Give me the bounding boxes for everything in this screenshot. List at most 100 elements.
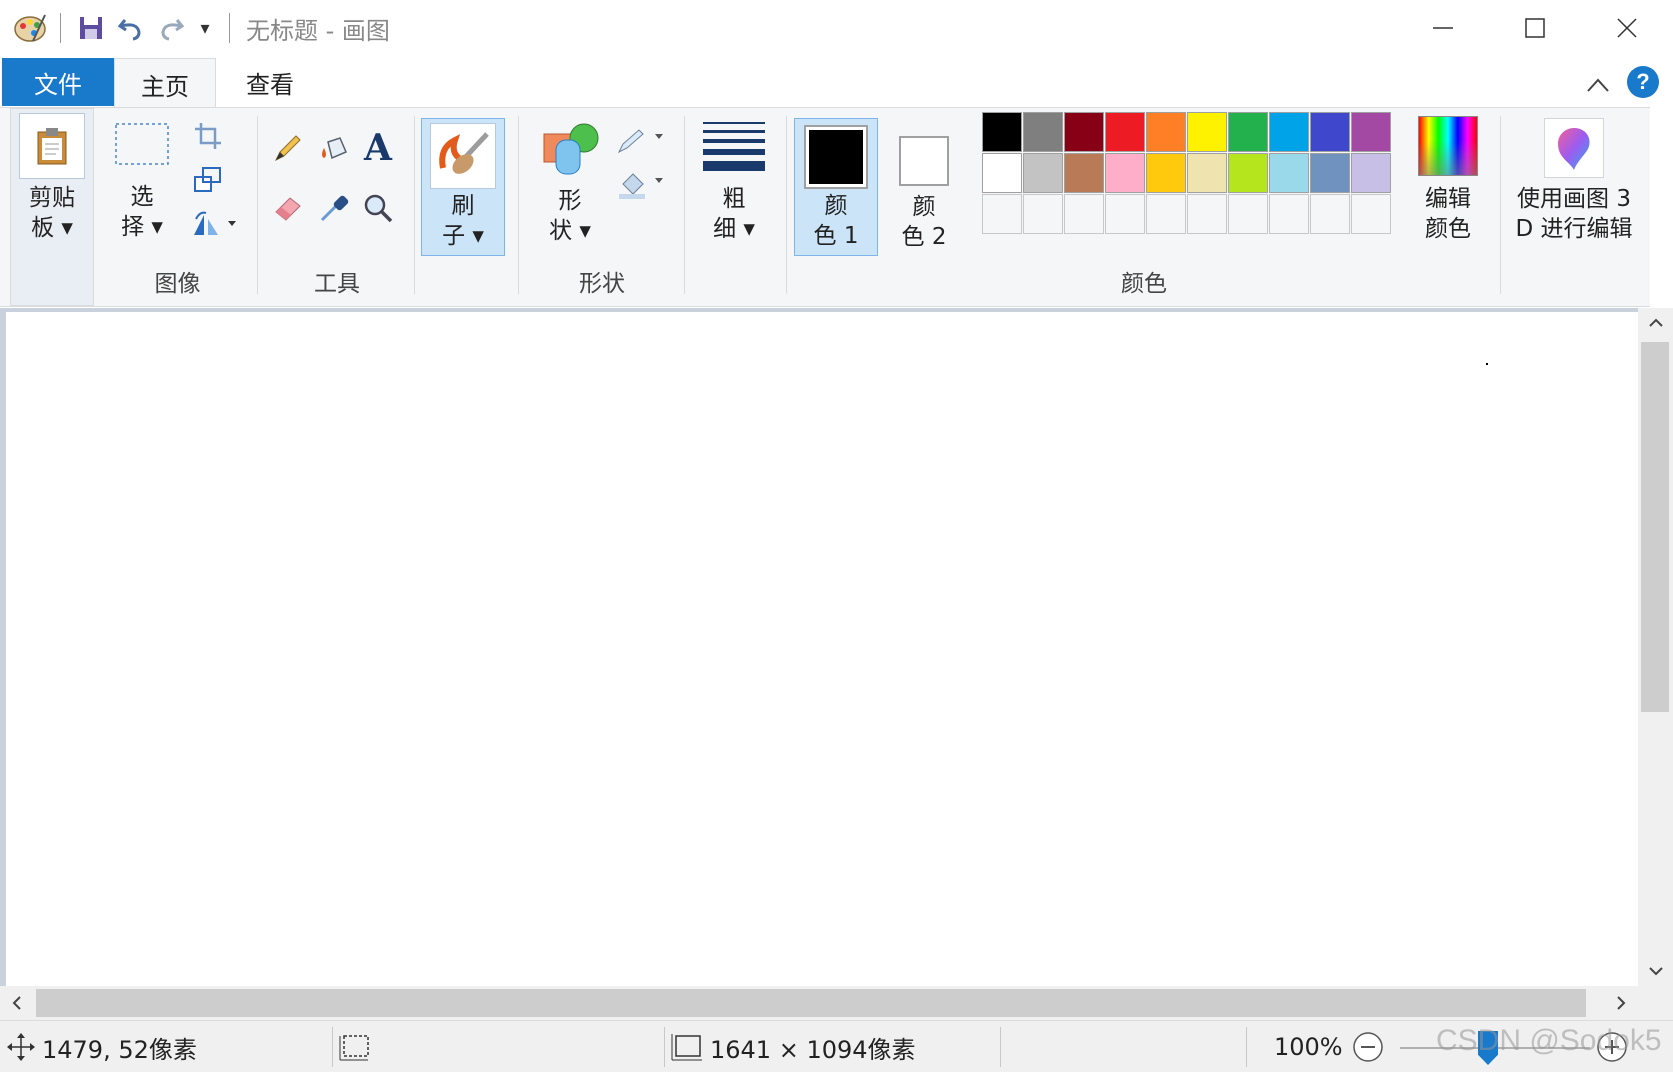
- clipboard-button[interactable]: 剪贴 板 ▾: [11, 113, 93, 243]
- customize-qat-button[interactable]: ▾: [191, 8, 219, 48]
- selection-size: [338, 1021, 372, 1072]
- palette-empty-swatch[interactable]: [1187, 194, 1227, 234]
- ribbon-home: 剪贴 板 ▾ 选 择 ▾ 图像 A 工具 刷 子 ▾ 形 状 ▾ 形状 粗 细 …: [0, 107, 1650, 307]
- status-separator: [1246, 1027, 1247, 1067]
- crop-icon[interactable]: [188, 116, 228, 156]
- palette-empty-swatch[interactable]: [1064, 194, 1104, 234]
- paint3d-label: 使用画图 3 D 进行编辑: [1515, 186, 1633, 242]
- palette-color-swatch[interactable]: [982, 153, 1022, 193]
- size-group: 粗 细 ▾: [690, 108, 780, 306]
- shapes-button[interactable]: 形 状 ▾: [532, 120, 608, 246]
- palette-color-swatch[interactable]: [1105, 112, 1145, 152]
- palette-empty-swatch[interactable]: [1310, 194, 1350, 234]
- palette-color-swatch[interactable]: [1228, 112, 1268, 152]
- shapes-icon: [543, 123, 599, 175]
- color-picker-icon[interactable]: [314, 188, 354, 228]
- image-group-label: 图像: [154, 271, 201, 297]
- cursor-position: 1479, 52像素: [6, 1021, 197, 1072]
- palette-empty-swatch[interactable]: [982, 194, 1022, 234]
- close-button[interactable]: [1581, 0, 1673, 56]
- redo-icon[interactable]: [151, 8, 191, 48]
- zoom-out-icon[interactable]: [1352, 1021, 1384, 1072]
- edit-colors-label: 编辑 颜色: [1425, 186, 1471, 242]
- palette-color-swatch[interactable]: [1351, 153, 1391, 193]
- title-bar: ▾ 无标题 - 画图: [0, 0, 1673, 56]
- edit-with-paint3d-button[interactable]: 使用画图 3 D 进行编辑: [1504, 118, 1644, 244]
- text-tool-icon[interactable]: A: [358, 127, 398, 169]
- outline-icon[interactable]: [614, 122, 670, 162]
- help-button[interactable]: ?: [1627, 66, 1659, 98]
- brushes-button[interactable]: 刷 子 ▾: [421, 118, 505, 256]
- scroll-up-icon[interactable]: [1638, 308, 1673, 338]
- palette-color-swatch[interactable]: [1023, 153, 1063, 193]
- palette-empty-swatch[interactable]: [1146, 194, 1186, 234]
- palette-color-swatch[interactable]: [1064, 112, 1104, 152]
- palette-color-swatch[interactable]: [1310, 112, 1350, 152]
- undo-icon[interactable]: [111, 8, 151, 48]
- magnifier-icon[interactable]: [358, 188, 398, 228]
- tab-view[interactable]: 查看: [226, 58, 314, 106]
- palette-empty-swatch[interactable]: [1269, 194, 1309, 234]
- palette-color-swatch[interactable]: [1146, 153, 1186, 193]
- collapse-ribbon-icon[interactable]: [1583, 70, 1613, 100]
- status-bar: 1479, 52像素 1641 × 1094像素 100%: [0, 1020, 1673, 1072]
- palette-color-swatch[interactable]: [1146, 112, 1186, 152]
- palette-empty-swatch[interactable]: [1228, 194, 1268, 234]
- vertical-scroll-thumb[interactable]: [1641, 342, 1669, 712]
- palette-color-swatch[interactable]: [1269, 112, 1309, 152]
- palette-color-swatch[interactable]: [1187, 112, 1227, 152]
- save-icon[interactable]: [71, 8, 111, 48]
- color1-button[interactable]: 颜 色 1: [794, 118, 878, 256]
- vertical-scrollbar[interactable]: [1638, 308, 1673, 986]
- palette-color-swatch[interactable]: [1105, 153, 1145, 193]
- palette-color-swatch[interactable]: [1187, 153, 1227, 193]
- drawing-canvas[interactable]: [6, 312, 1638, 986]
- palette-color-swatch[interactable]: [1064, 153, 1104, 193]
- select-button[interactable]: 选 择 ▾: [104, 118, 180, 242]
- minimize-button[interactable]: [1397, 0, 1489, 56]
- fill-icon[interactable]: [614, 164, 670, 204]
- palette-color-swatch[interactable]: [1269, 153, 1309, 193]
- scroll-left-icon[interactable]: [0, 986, 34, 1020]
- shapes-label: 形 状 ▾: [549, 188, 591, 244]
- palette-color-swatch[interactable]: [1351, 112, 1391, 152]
- palette-empty-swatch[interactable]: [1023, 194, 1063, 234]
- brushes-label: 刷 子 ▾: [442, 193, 484, 249]
- palette-empty-swatch[interactable]: [1351, 194, 1391, 234]
- color2-button[interactable]: 颜 色 2: [882, 118, 966, 256]
- palette-color-swatch[interactable]: [982, 112, 1022, 152]
- color-spectrum-icon: [1418, 116, 1478, 176]
- palette-color-swatch[interactable]: [1228, 153, 1268, 193]
- eraser-icon[interactable]: [268, 188, 308, 228]
- scroll-right-icon[interactable]: [1604, 986, 1638, 1020]
- palette-color-swatch[interactable]: [1310, 153, 1350, 193]
- group-separator: [1500, 116, 1501, 294]
- resize-icon[interactable]: [188, 160, 228, 200]
- size-button[interactable]: 粗 细 ▾: [694, 120, 774, 244]
- pencil-icon[interactable]: [268, 128, 308, 168]
- rotate-icon[interactable]: [188, 204, 244, 244]
- colors-group: 颜 色 1 颜 色 2 编辑 颜色 颜色: [790, 108, 1498, 306]
- maximize-button[interactable]: [1489, 0, 1581, 56]
- canvas-dot: [1486, 363, 1488, 365]
- status-separator: [332, 1027, 333, 1067]
- group-separator: [684, 116, 685, 294]
- scroll-down-icon[interactable]: [1638, 956, 1673, 986]
- image-group: 选 择 ▾ 图像: [100, 108, 255, 306]
- canvas-size-icon: [671, 1034, 702, 1061]
- quick-access-toolbar: ▾ 无标题 - 画图: [0, 0, 390, 56]
- edit-colors-button[interactable]: 编辑 颜色: [1408, 116, 1488, 244]
- move-cursor-icon: [7, 1033, 35, 1061]
- tab-file[interactable]: 文件: [2, 58, 114, 106]
- paint-app-icon[interactable]: [10, 8, 50, 48]
- horizontal-scrollbar[interactable]: [0, 986, 1638, 1020]
- shapes-group: 形 状 ▾ 形状: [522, 108, 682, 306]
- color1-swatch-frame: [804, 125, 868, 189]
- palette-empty-swatch[interactable]: [1105, 194, 1145, 234]
- clipboard-label: 剪贴 板 ▾: [29, 185, 75, 241]
- palette-color-swatch[interactable]: [1023, 112, 1063, 152]
- tab-home[interactable]: 主页: [114, 58, 216, 110]
- canvas-size-text: 1641 × 1094像素: [710, 1035, 916, 1064]
- fill-bucket-icon[interactable]: [314, 128, 354, 168]
- horizontal-scroll-thumb[interactable]: [36, 989, 1586, 1017]
